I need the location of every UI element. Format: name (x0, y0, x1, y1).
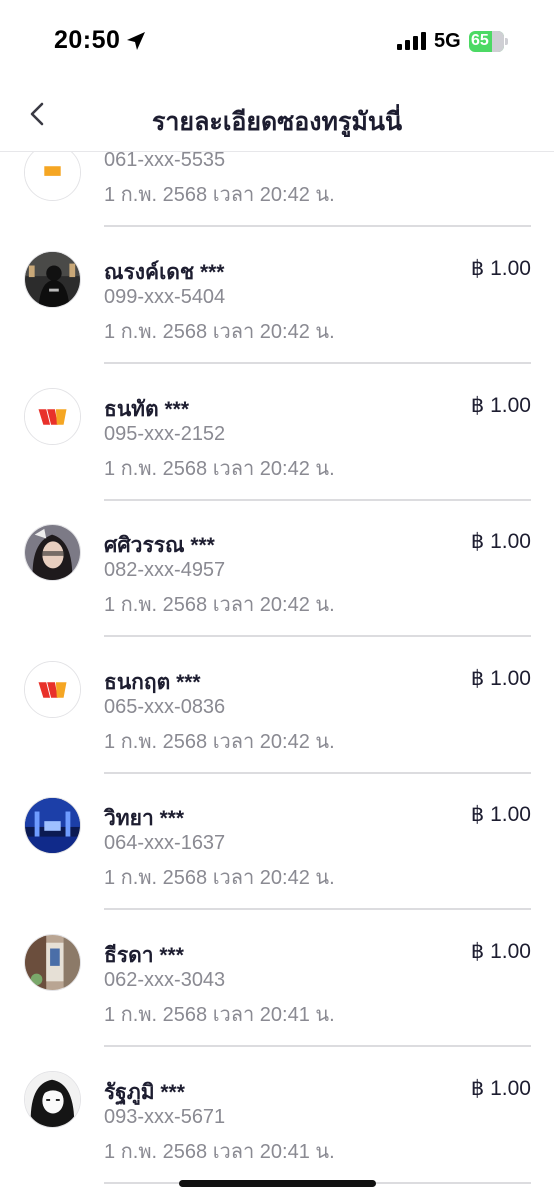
list-item[interactable]: ธีรดา *** ฿ 1.00 062-xxx-3043 1 ก.พ. 256… (0, 934, 554, 1071)
row-divider (104, 772, 531, 774)
transaction-amount: ฿ 1.00 (470, 1077, 531, 1100)
profile-photo-avatar (24, 1071, 81, 1128)
profile-photo-avatar (24, 251, 81, 308)
wallet-logo-avatar (24, 388, 81, 445)
row-divider (104, 1045, 531, 1047)
transaction-datetime: 1 ก.พ. 2568 เวลา 20:42 น. (104, 184, 335, 206)
transaction-datetime: 1 ก.พ. 2568 เวลา 20:42 น. (104, 731, 335, 753)
transaction-datetime: 1 ก.พ. 2568 เวลา 20:42 น. (104, 321, 335, 343)
phone-number: 062-xxx-3043 (104, 969, 226, 991)
phone-number: 065-xxx-0836 (104, 696, 226, 718)
row-divider (104, 225, 531, 227)
list-item[interactable]: ณรงค์เดช *** ฿ 1.00 099-xxx-5404 1 ก.พ. … (0, 251, 554, 388)
recipient-list: 061-xxx-5535 1 ก.พ. 2568 เวลา 20:42 น. ณ… (0, 0, 554, 1200)
transaction-amount: ฿ 1.00 (470, 940, 531, 963)
transaction-amount: ฿ 1.00 (470, 530, 531, 553)
navigation-bar: รายละเอียดซองทรูมันนี่ (0, 80, 554, 152)
recipient-name: ธนทัต *** (104, 398, 190, 421)
phone-number: 082-xxx-4957 (104, 559, 226, 581)
list-item[interactable]: วิทยา *** ฿ 1.00 064-xxx-1637 1 ก.พ. 256… (0, 797, 554, 934)
transaction-amount: ฿ 1.00 (470, 803, 531, 826)
wallet-logo-avatar (24, 144, 81, 201)
transaction-amount: ฿ 1.00 (470, 667, 531, 690)
recipient-name: รัฐภูมิ *** (104, 1081, 185, 1104)
profile-photo-avatar (24, 934, 81, 991)
recipient-name: วิทยา *** (104, 807, 185, 830)
list-item[interactable]: ธนทัต *** ฿ 1.00 095-xxx-2152 1 ก.พ. 256… (0, 388, 554, 525)
recipient-name: ณรงค์เดช *** (104, 261, 225, 284)
list-item[interactable]: ศศิวรรณ *** ฿ 1.00 082-xxx-4957 1 ก.พ. 2… (0, 524, 554, 661)
transaction-datetime: 1 ก.พ. 2568 เวลา 20:42 น. (104, 594, 335, 616)
phone-number: 093-xxx-5671 (104, 1106, 226, 1128)
profile-photo-avatar (24, 797, 81, 854)
transaction-datetime: 1 ก.พ. 2568 เวลา 20:42 น. (104, 458, 335, 480)
row-divider (104, 908, 531, 910)
wallet-logo-avatar (24, 661, 81, 718)
recipient-name: ศศิวรรณ *** (104, 534, 215, 557)
phone-number: 095-xxx-2152 (104, 423, 226, 445)
transaction-datetime: 1 ก.พ. 2568 เวลา 20:41 น. (104, 1141, 335, 1163)
transaction-amount: ฿ 1.00 (470, 394, 531, 417)
transaction-datetime: 1 ก.พ. 2568 เวลา 20:42 น. (104, 867, 335, 889)
transaction-datetime: 1 ก.พ. 2568 เวลา 20:41 น. (104, 1004, 335, 1026)
list-item[interactable]: ธนกฤต *** ฿ 1.00 065-xxx-0836 1 ก.พ. 256… (0, 661, 554, 798)
recipient-name: ธีรดา *** (104, 944, 184, 967)
row-divider (104, 635, 531, 637)
transaction-amount: ฿ 1.00 (470, 257, 531, 280)
row-divider (104, 499, 531, 501)
recipient-name: ธนกฤต *** (104, 671, 201, 694)
phone-number: 061-xxx-5535 (104, 149, 226, 171)
row-divider (104, 362, 531, 364)
page-title: รายละเอียดซองทรูมันนี่ (151, 108, 403, 136)
phone-number: 064-xxx-1637 (104, 832, 226, 854)
profile-photo-avatar (24, 524, 81, 581)
home-indicator (179, 1180, 376, 1187)
phone-number: 099-xxx-5404 (104, 286, 226, 308)
